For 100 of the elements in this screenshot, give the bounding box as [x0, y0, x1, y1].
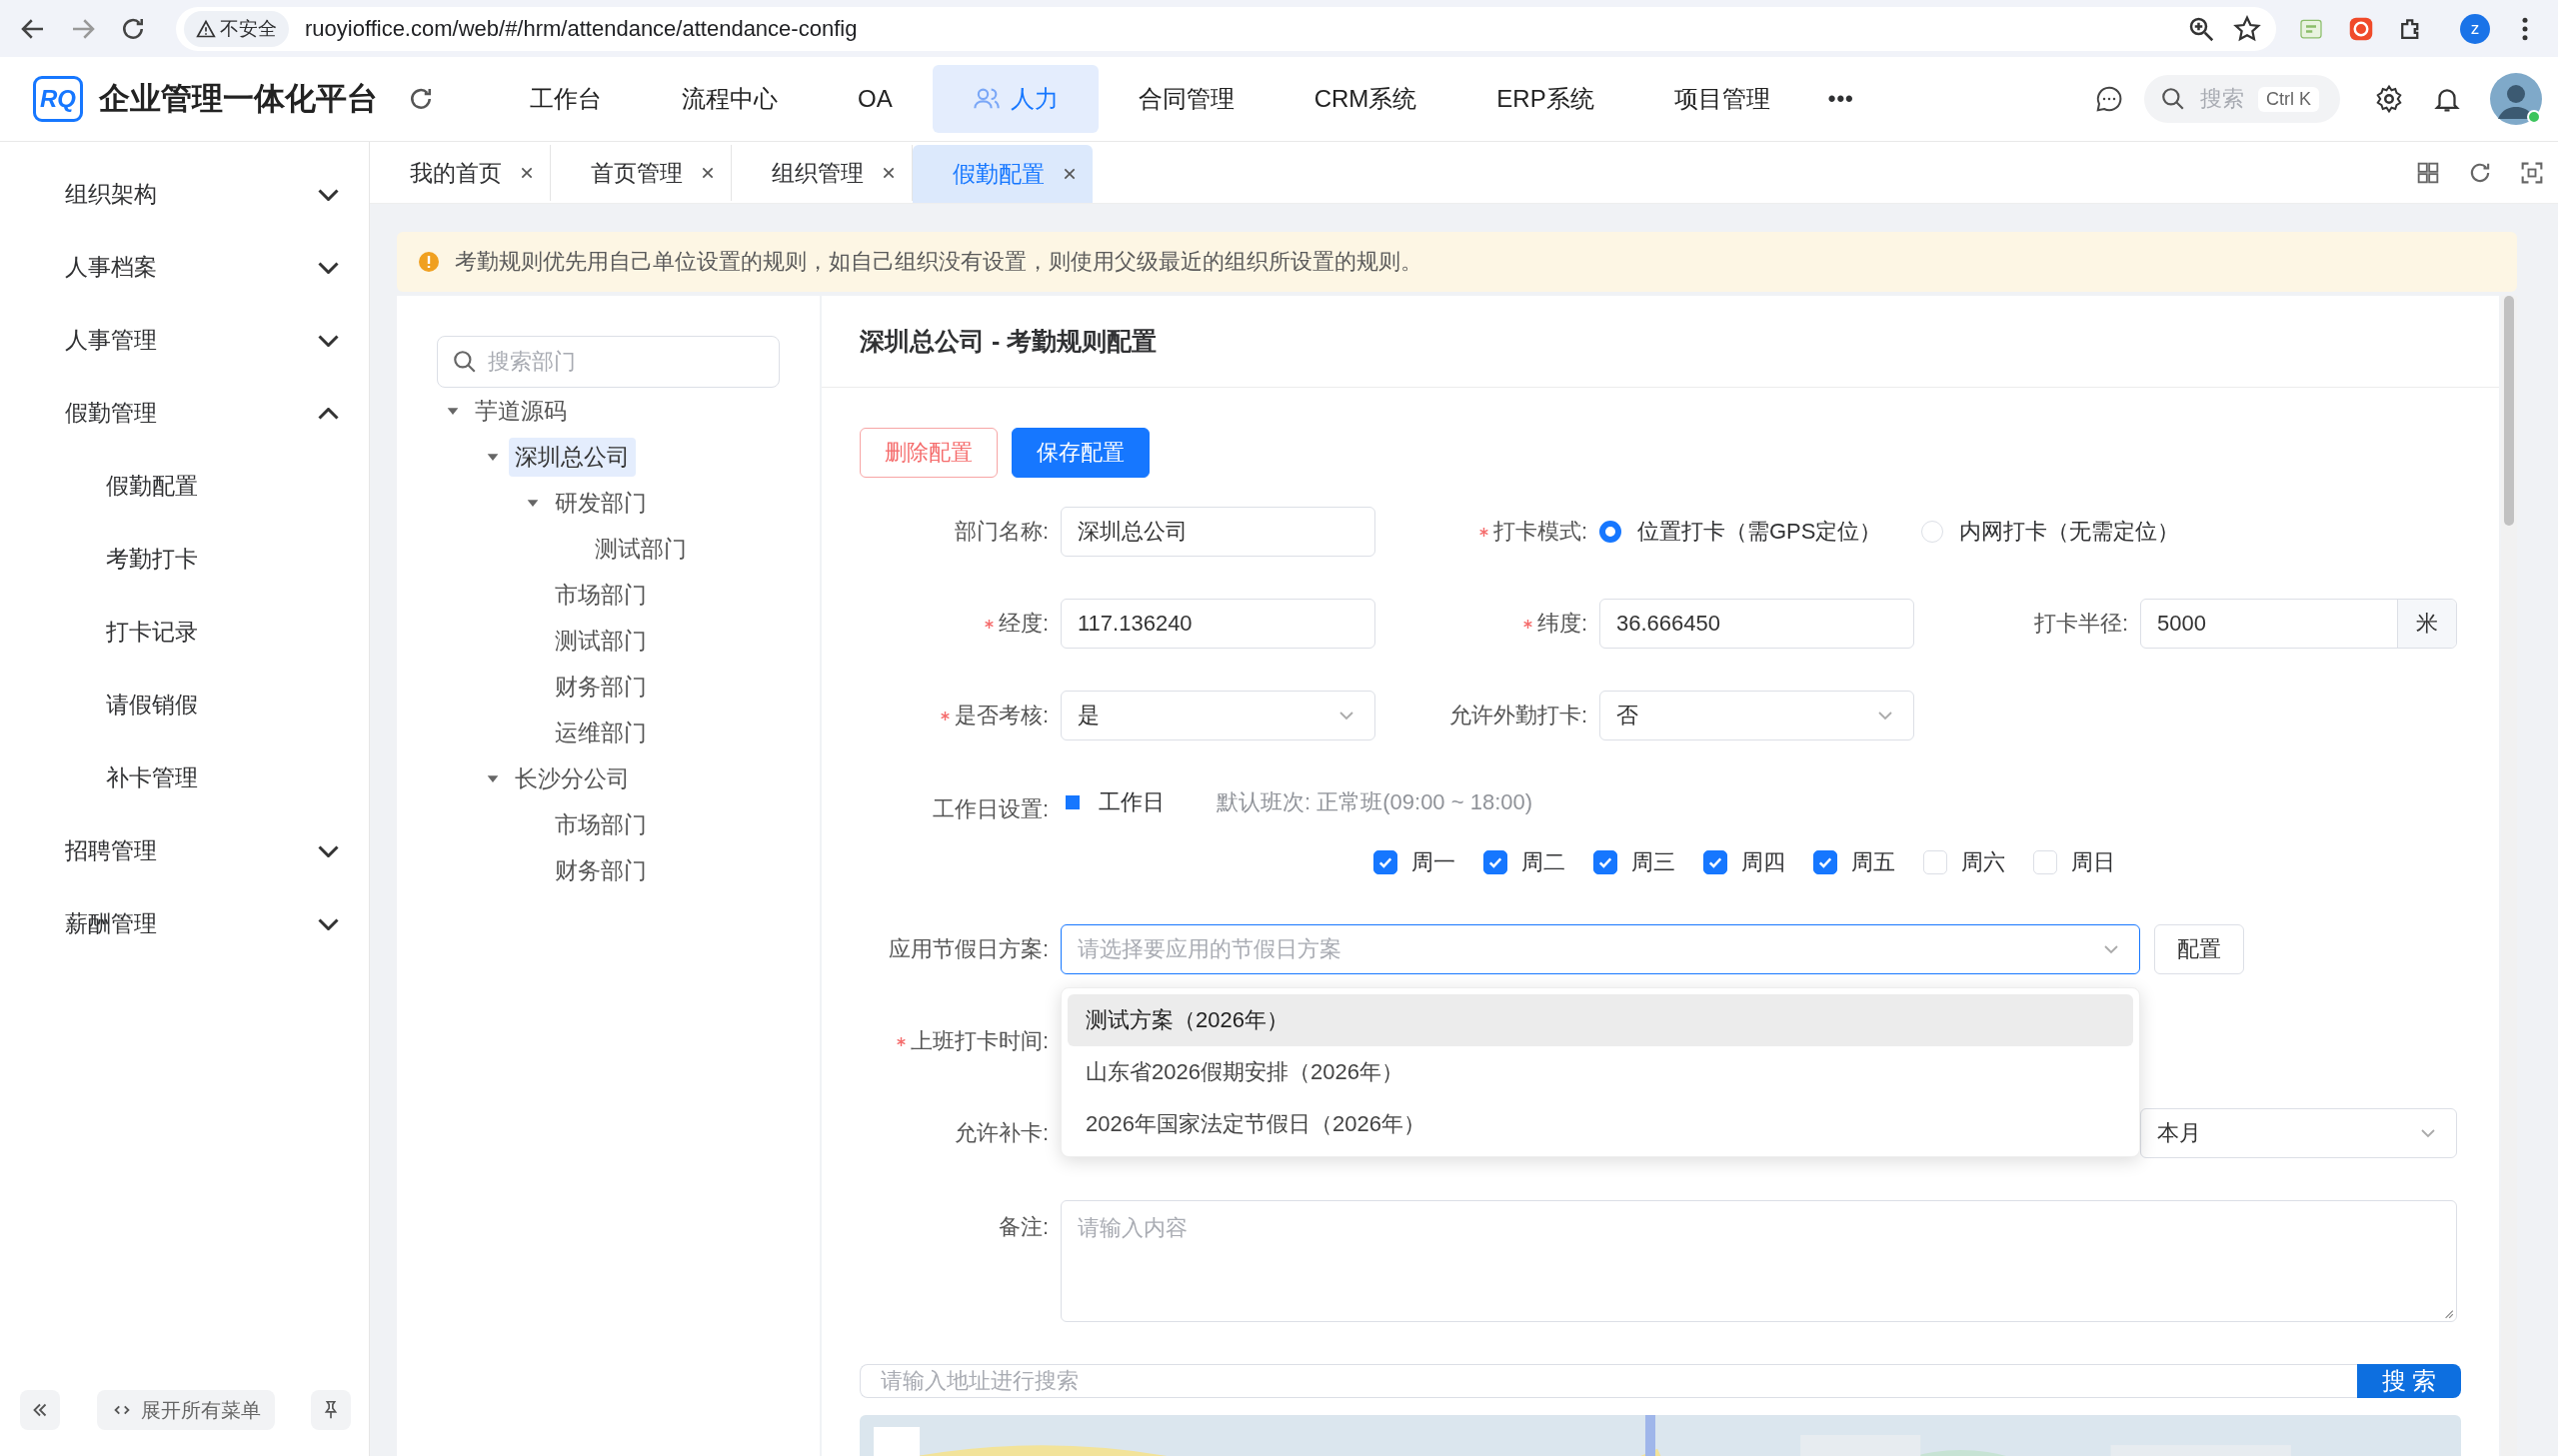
- more-menu[interactable]: •••: [1827, 86, 1854, 112]
- field-label: 允许外勤打卡:: [1447, 702, 1588, 729]
- close-icon[interactable]: [882, 166, 896, 180]
- latitude-field[interactable]: 36.666450: [1599, 599, 1914, 649]
- submenu-item[interactable]: 考勤打卡: [0, 523, 369, 596]
- tree-node[interactable]: 财务部门: [549, 667, 653, 707]
- day-checkbox[interactable]: 周四: [1703, 847, 1785, 877]
- nav-tab[interactable]: 项目管理: [1633, 65, 1810, 133]
- search-icon: [452, 349, 478, 375]
- search-placeholder: 搜索部门: [488, 348, 576, 376]
- field-label: 工作日设置:: [931, 795, 1050, 823]
- search-placeholder: 搜索: [2200, 85, 2244, 113]
- menu-item[interactable]: 人事档案: [0, 231, 369, 304]
- address-bar-url[interactable]: ruoyioffice.com/web/#/hrm/attendance/attendance-config: [305, 15, 858, 42]
- tree-node[interactable]: 市场部门: [549, 575, 653, 615]
- day-checkbox[interactable]: 周日: [2033, 847, 2115, 877]
- menu-label: 招聘管理: [65, 836, 157, 865]
- chevron-icon: [318, 261, 339, 274]
- field-label: 打卡模式:: [1492, 518, 1587, 546]
- field-label: 备注:: [997, 1213, 1050, 1241]
- app-title: 企业管理一体化平台: [99, 80, 378, 118]
- security-chip[interactable]: 不安全: [184, 10, 289, 47]
- field-label: 允许补卡:: [953, 1119, 1050, 1147]
- chevron-icon: [318, 188, 339, 201]
- chevron-icon: [318, 334, 339, 347]
- page-tab[interactable]: 首页管理: [551, 145, 732, 201]
- field-label: 经度:: [998, 610, 1049, 638]
- pin-button[interactable]: [311, 1390, 351, 1430]
- dropdown-option[interactable]: 山东省2026假期安排（2026年）: [1068, 1046, 2133, 1098]
- collapse-button[interactable]: [20, 1390, 60, 1430]
- day-checkbox[interactable]: 周六: [1923, 847, 2005, 877]
- menu-item[interactable]: 薪酬管理: [0, 887, 369, 960]
- required-icon: [895, 1035, 907, 1047]
- tree-node[interactable]: 芋道源码: [469, 391, 573, 431]
- outside-select[interactable]: 否: [1599, 691, 1914, 740]
- close-icon[interactable]: [520, 166, 534, 180]
- search-button[interactable]: 搜 索: [2357, 1364, 2461, 1399]
- day-checkbox[interactable]: 周三: [1593, 847, 1675, 877]
- default-shift-text: 默认班次: 正常班(09:00 ~ 18:00): [1217, 788, 1533, 816]
- tree-node[interactable]: 测试部门: [549, 621, 653, 661]
- nav-tab[interactable]: 工作台: [490, 65, 642, 133]
- required-icon: [1521, 618, 1533, 630]
- logo[interactable]: RQ: [33, 76, 83, 122]
- menu-item[interactable]: 人事管理: [0, 304, 369, 377]
- close-icon[interactable]: [701, 166, 715, 180]
- day-checkbox[interactable]: 周二: [1483, 847, 1565, 877]
- nav-tab[interactable]: CRM系统: [1274, 65, 1457, 133]
- tree-node[interactable]: 研发部门: [549, 483, 653, 523]
- longitude-field[interactable]: 117.136240: [1061, 599, 1375, 649]
- radius-field[interactable]: 5000 米: [2140, 599, 2457, 649]
- menu-label: 组织架构: [65, 180, 157, 209]
- resize-handle-icon[interactable]: [2442, 1307, 2454, 1319]
- nav-tab[interactable]: 流程中心: [642, 65, 818, 133]
- save-button[interactable]: 保存配置: [1012, 428, 1150, 478]
- period-select[interactable]: 本月: [2140, 1108, 2457, 1158]
- settings-icon[interactable]: [2374, 84, 2404, 114]
- search-field[interactable]: 搜索 Ctrl K: [2144, 75, 2340, 123]
- nav-tab[interactable]: ERP系统: [1456, 65, 1634, 133]
- nav-tab[interactable]: OA: [818, 65, 933, 133]
- user-avatar[interactable]: [2490, 73, 2542, 125]
- field-label: 打卡半径:: [2032, 610, 2129, 638]
- search-icon: [2160, 86, 2186, 112]
- field-label: 纬度:: [1536, 610, 1587, 638]
- submenu-item[interactable]: 假勤配置: [0, 450, 369, 523]
- assess-select[interactable]: 是: [1061, 691, 1375, 740]
- config-button[interactable]: 配置: [2154, 924, 2244, 974]
- tree-node[interactable]: 深圳总公司: [509, 437, 636, 477]
- page-tab[interactable]: 我的首页: [370, 145, 551, 201]
- menu-item[interactable]: 组织架构: [0, 158, 369, 231]
- day-checkbox[interactable]: 周五: [1813, 847, 1895, 877]
- field-label: 上班打卡时间:: [910, 1027, 1049, 1055]
- required-icon: [983, 618, 995, 630]
- dropdown-option[interactable]: 2026年国家法定节假日（2026年）: [1068, 1098, 2133, 1150]
- radio-option[interactable]: 位置打卡（需GPS定位）: [1599, 517, 1882, 547]
- department-field[interactable]: 深圳总公司: [1061, 507, 1375, 557]
- star-icon[interactable]: [2232, 13, 2262, 44]
- submenu-item[interactable]: 请假销假: [0, 669, 369, 741]
- menu-label: 假勤管理: [65, 399, 157, 428]
- close-icon[interactable]: [1063, 167, 1077, 181]
- chevron-icon: [318, 844, 339, 857]
- dropdown-option[interactable]: 测试方案（2026年）: [1068, 994, 2133, 1046]
- workday-checkbox[interactable]: 工作日: [1061, 787, 1165, 817]
- scrollbar[interactable]: [2501, 296, 2517, 1456]
- submenu-item[interactable]: 打卡记录: [0, 596, 369, 669]
- tree-node[interactable]: 财务部门: [549, 850, 653, 890]
- required-icon: [939, 710, 951, 722]
- radio-option[interactable]: 内网打卡（无需定位）: [1921, 517, 2180, 547]
- day-checkbox[interactable]: 周一: [1373, 847, 1455, 877]
- menu-item[interactable]: 假勤管理: [0, 377, 369, 450]
- tree-node[interactable]: 长沙分公司: [509, 758, 636, 798]
- card-title: 深圳总公司 - 考勤规则配置: [860, 326, 1158, 357]
- tree-node[interactable]: 市场部门: [549, 804, 653, 844]
- tree-node[interactable]: 测试部门: [589, 529, 693, 569]
- submenu-item[interactable]: 补卡管理: [0, 741, 369, 814]
- profile-avatar[interactable]: z: [2460, 13, 2490, 44]
- nav-tab[interactable]: 合同管理: [1098, 65, 1275, 133]
- tree-node[interactable]: 运维部门: [549, 713, 653, 752]
- chat-icon[interactable]: [2094, 84, 2124, 114]
- expand-all-button[interactable]: 展开所有菜单: [96, 1390, 275, 1430]
- menu-item[interactable]: 招聘管理: [0, 814, 369, 887]
